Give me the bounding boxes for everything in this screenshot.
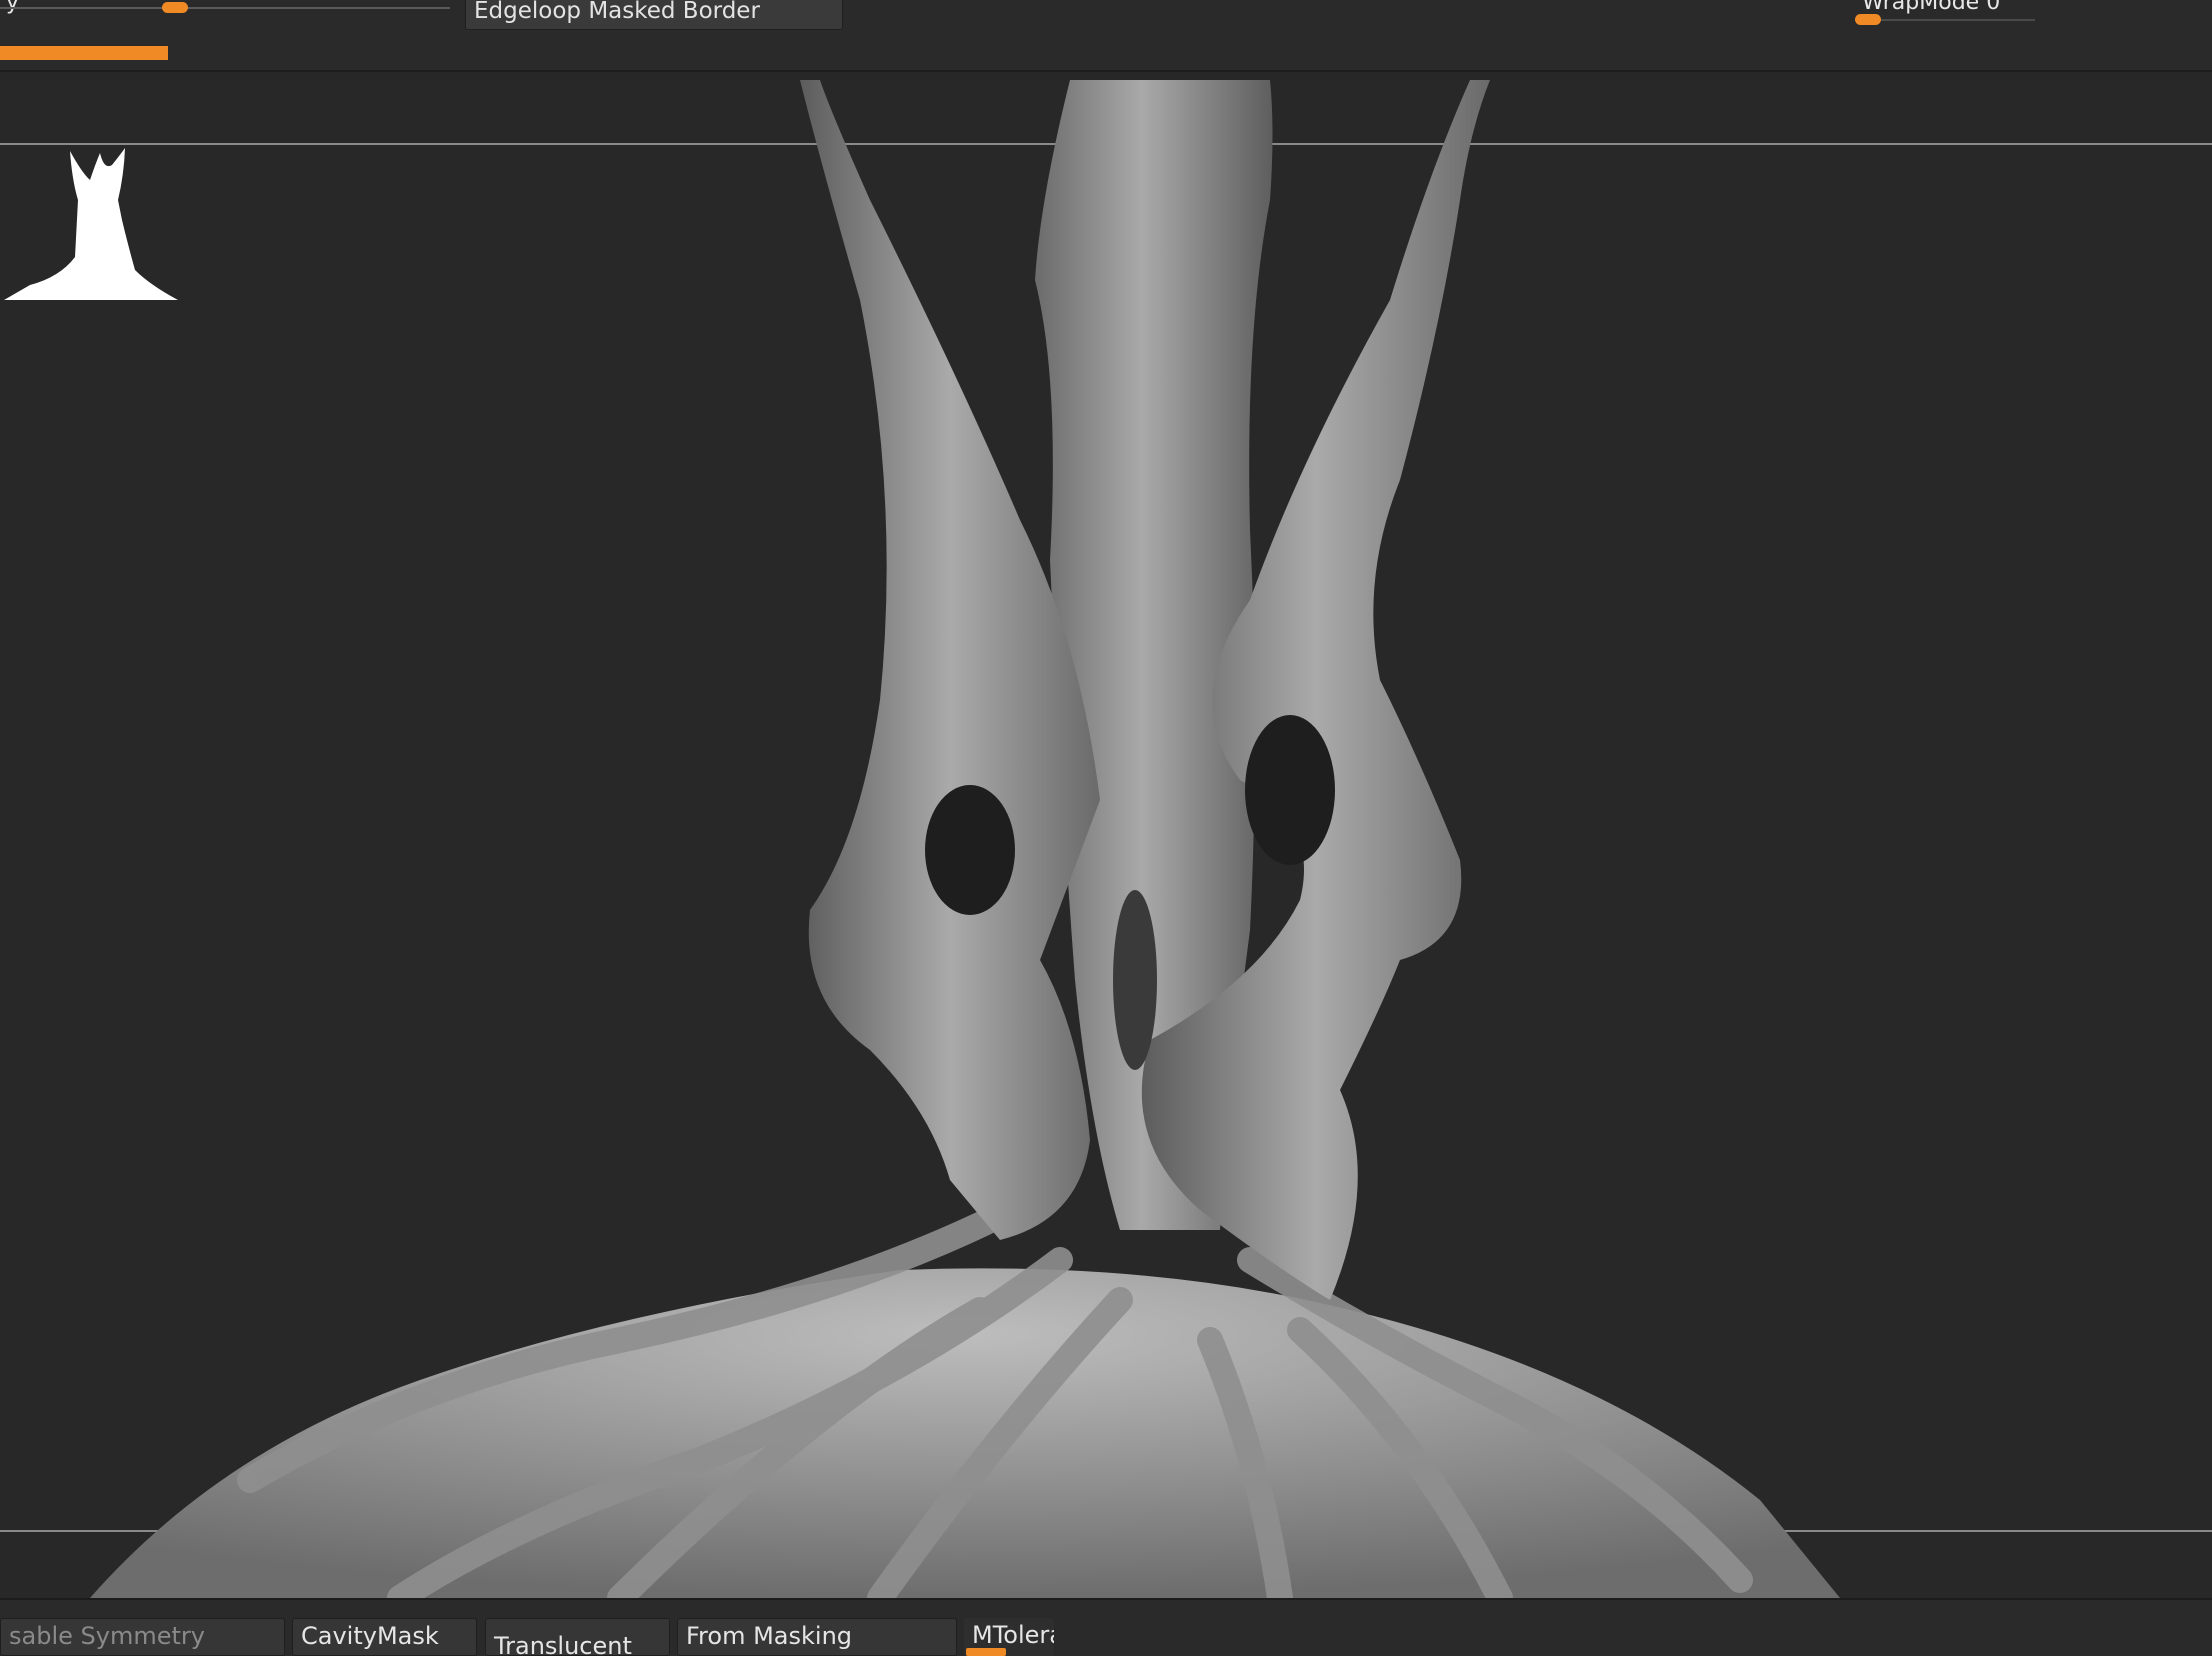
top-left-slider-track[interactable] xyxy=(0,7,450,9)
wrapmode-slider-track[interactable] xyxy=(1855,19,2035,21)
mtolerance-slider-knob[interactable] xyxy=(966,1648,1006,1656)
mtolerance-label: MToleran xyxy=(972,1621,1054,1649)
sculpted-tree-roots xyxy=(90,80,1840,1598)
edgeloop-masked-border-button[interactable]: Edgeloop Masked Border xyxy=(465,0,843,30)
translucent-button[interactable]: Translucent xyxy=(485,1618,670,1656)
wrapmode-label: WrapMode 0 xyxy=(1862,0,2000,15)
canvas-viewport[interactable] xyxy=(0,80,2212,1598)
wrapmode-label-text: WrapMode xyxy=(1862,0,1980,15)
top-left-slider-knob[interactable] xyxy=(162,2,188,13)
from-masking-button[interactable]: From Masking xyxy=(677,1618,957,1656)
wrapmode-value: 0 xyxy=(1986,0,2001,15)
symmetry-button[interactable]: sable Symmetry xyxy=(0,1618,285,1656)
progress-bar xyxy=(0,46,168,60)
wrapmode-slider-knob[interactable] xyxy=(1855,14,1881,25)
top-toolbar: y Edgeloop Masked Border WrapMode 0 xyxy=(0,0,2212,72)
bottom-toolbar: sable Symmetry CavityMask Translucent Fr… xyxy=(0,1598,2212,1656)
cavitymask-button[interactable]: CavityMask xyxy=(292,1618,477,1656)
